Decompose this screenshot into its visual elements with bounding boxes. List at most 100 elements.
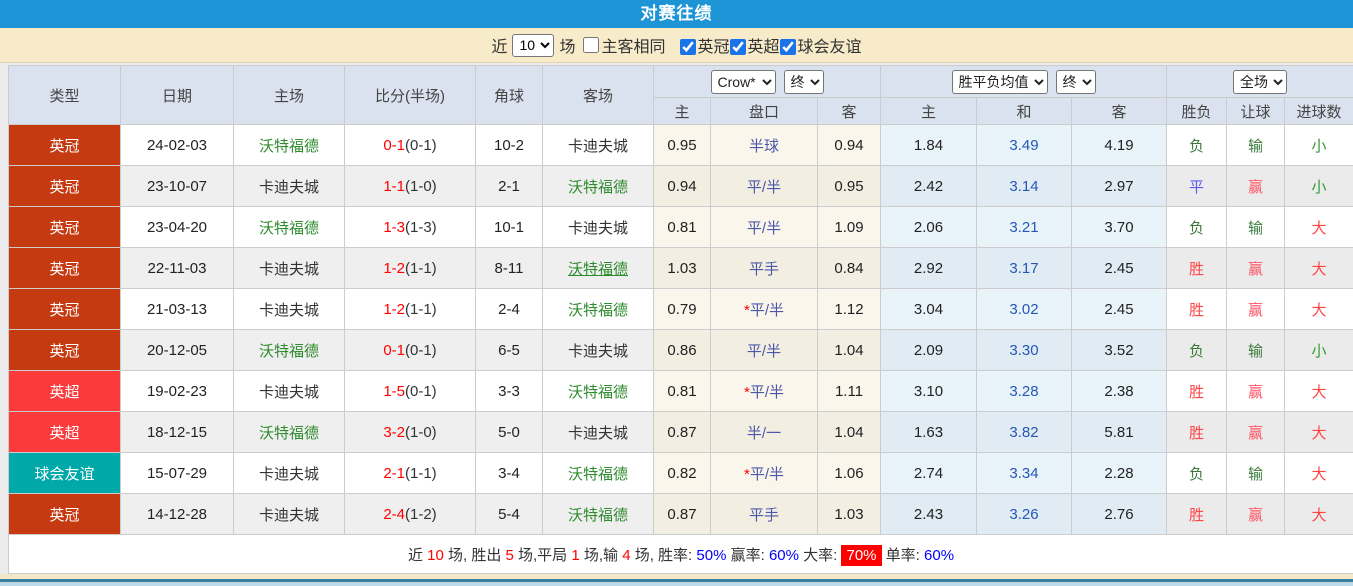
home-team-link[interactable]: 沃特福德: [234, 207, 345, 248]
away-team-link[interactable]: 沃特福德: [543, 371, 654, 412]
odds-home: 0.87: [654, 494, 711, 535]
home-team-link[interactable]: 卡迪夫城: [234, 453, 345, 494]
goals-flag: 大: [1285, 412, 1353, 453]
home-team-link[interactable]: 沃特福德: [234, 412, 345, 453]
col-header-type: 类型: [9, 66, 121, 125]
changed-line-star: *: [744, 384, 750, 401]
match-date: 24-02-03: [121, 125, 234, 166]
subcol-avg-away: 客: [1072, 98, 1167, 125]
avg-home-odds: 2.92: [881, 248, 977, 289]
avg-type-select[interactable]: 胜平负均值: [952, 70, 1048, 94]
avg-away-odds: 2.76: [1072, 494, 1167, 535]
corner-score: 2-1: [476, 166, 543, 207]
avg-home-odds: 3.04: [881, 289, 977, 330]
fulltime-score: 0-1: [383, 137, 405, 154]
col-header-away: 客场: [543, 66, 654, 125]
odds-home: 0.95: [654, 125, 711, 166]
odds-home: 0.86: [654, 330, 711, 371]
avg-home-odds: 2.43: [881, 494, 977, 535]
goals-flag: 小: [1285, 125, 1353, 166]
avg-away-odds: 2.38: [1072, 371, 1167, 412]
changed-line-star: *: [744, 302, 750, 319]
home-team-link[interactable]: 卡迪夫城: [234, 371, 345, 412]
recent-count-select[interactable]: 10: [512, 34, 554, 57]
score-cell: 1-2(1-1): [345, 248, 476, 289]
fulltime-score: 1-5: [383, 383, 405, 400]
summary-text: 近: [408, 547, 427, 564]
table-header: 类型 日期 主场 比分(半场) 角球 客场 Crow*终 胜平负均值终 全场 主…: [9, 66, 1353, 125]
handicap-result-flag: 赢: [1227, 166, 1285, 207]
avg-stage-select[interactable]: 终: [1056, 70, 1096, 94]
fulltime-score: 1-3: [383, 219, 405, 236]
goals-flag: 大: [1285, 289, 1353, 330]
away-team-link[interactable]: 卡迪夫城: [543, 207, 654, 248]
halftime-score: (1-3): [405, 219, 437, 236]
summary-text: 5: [505, 547, 513, 564]
away-team-link[interactable]: 卡迪夫城: [543, 412, 654, 453]
match-row: 英冠14-12-28卡迪夫城2-4(1-2)5-4沃特福德0.87平手1.032…: [9, 494, 1353, 535]
match-date: 14-12-28: [121, 494, 234, 535]
corner-score: 6-5: [476, 330, 543, 371]
away-team-link[interactable]: 沃特福德: [543, 166, 654, 207]
home-team-link[interactable]: 沃特福德: [234, 125, 345, 166]
odds-away: 0.95: [818, 166, 881, 207]
home-team-link[interactable]: 卡迪夫城: [234, 289, 345, 330]
halftime-score: (1-0): [405, 424, 437, 441]
home-team-link[interactable]: 卡迪夫城: [234, 248, 345, 289]
handicap-line: 半/一: [711, 412, 818, 453]
corner-score: 5-4: [476, 494, 543, 535]
match-date: 22-11-03: [121, 248, 234, 289]
summary-text: 赢率:: [726, 547, 769, 564]
col-header-corner: 角球: [476, 66, 543, 125]
home-team-link[interactable]: 卡迪夫城: [234, 494, 345, 535]
handicap-line: 平/半: [711, 330, 818, 371]
league-label-yingchao: 英超: [748, 39, 780, 56]
away-team-link[interactable]: 沃特福德: [543, 248, 654, 289]
league-badge: 英冠: [9, 494, 121, 535]
scope-select[interactable]: 全场: [1233, 70, 1287, 94]
avg-draw-odds: 3.14: [977, 166, 1072, 207]
away-team-link[interactable]: 卡迪夫城: [543, 125, 654, 166]
handicap-result-flag: 输: [1227, 125, 1285, 166]
odds-away: 1.11: [818, 371, 881, 412]
league-checkbox-friendly[interactable]: [780, 39, 796, 55]
avg-away-odds: 2.45: [1072, 289, 1167, 330]
league-badge: 英超: [9, 412, 121, 453]
avg-draw-odds: 3.30: [977, 330, 1072, 371]
league-label-friendly: 球会友谊: [798, 39, 862, 56]
score-cell: 2-4(1-2): [345, 494, 476, 535]
odds-away: 0.84: [818, 248, 881, 289]
league-checkbox-yingguan[interactable]: [680, 39, 696, 55]
section-title-bar: 对赛往绩: [0, 0, 1353, 28]
away-team-link[interactable]: 沃特福德: [543, 289, 654, 330]
odds-stage-select[interactable]: 终: [784, 70, 824, 94]
match-date: 15-07-29: [121, 453, 234, 494]
summary-row: 近 10 场, 胜出 5 场,平局 1 场,输 4 场, 胜率: 50% 赢率:…: [9, 535, 1353, 574]
fulltime-score: 0-1: [383, 342, 405, 359]
odds-home: 0.81: [654, 371, 711, 412]
match-row: 英冠22-11-03卡迪夫城1-2(1-1)8-11沃特福德1.03平手0.84…: [9, 248, 1353, 289]
avg-away-odds: 3.70: [1072, 207, 1167, 248]
league-checkbox-yingchao[interactable]: [730, 39, 746, 55]
away-team-link[interactable]: 沃特福德: [543, 453, 654, 494]
corner-score: 8-11: [476, 248, 543, 289]
home-team-link[interactable]: 卡迪夫城: [234, 166, 345, 207]
summary-text: 50%: [696, 547, 726, 564]
fulltime-score: 2-4: [383, 506, 405, 523]
league-badge: 英冠: [9, 289, 121, 330]
match-row: 英冠20-12-05沃特福德0-1(0-1)6-5卡迪夫城0.86平/半1.04…: [9, 330, 1353, 371]
bookmaker-select[interactable]: Crow*: [711, 70, 776, 94]
home-team-link[interactable]: 沃特福德: [234, 330, 345, 371]
handicap-line: 平手: [711, 494, 818, 535]
league-badge: 英冠: [9, 248, 121, 289]
handicap-result-flag: 赢: [1227, 248, 1285, 289]
changed-line-star: *: [744, 466, 750, 483]
score-cell: 1-5(0-1): [345, 371, 476, 412]
same-venue-checkbox[interactable]: [583, 37, 599, 53]
filter-bar: 近 10 场 主客相同 英冠英超球会友谊: [0, 28, 1353, 63]
avg-draw-odds: 3.34: [977, 453, 1072, 494]
away-team-link[interactable]: 沃特福德: [543, 494, 654, 535]
avg-home-odds: 2.74: [881, 453, 977, 494]
handicap-line: *平/半: [711, 371, 818, 412]
away-team-link[interactable]: 卡迪夫城: [543, 330, 654, 371]
